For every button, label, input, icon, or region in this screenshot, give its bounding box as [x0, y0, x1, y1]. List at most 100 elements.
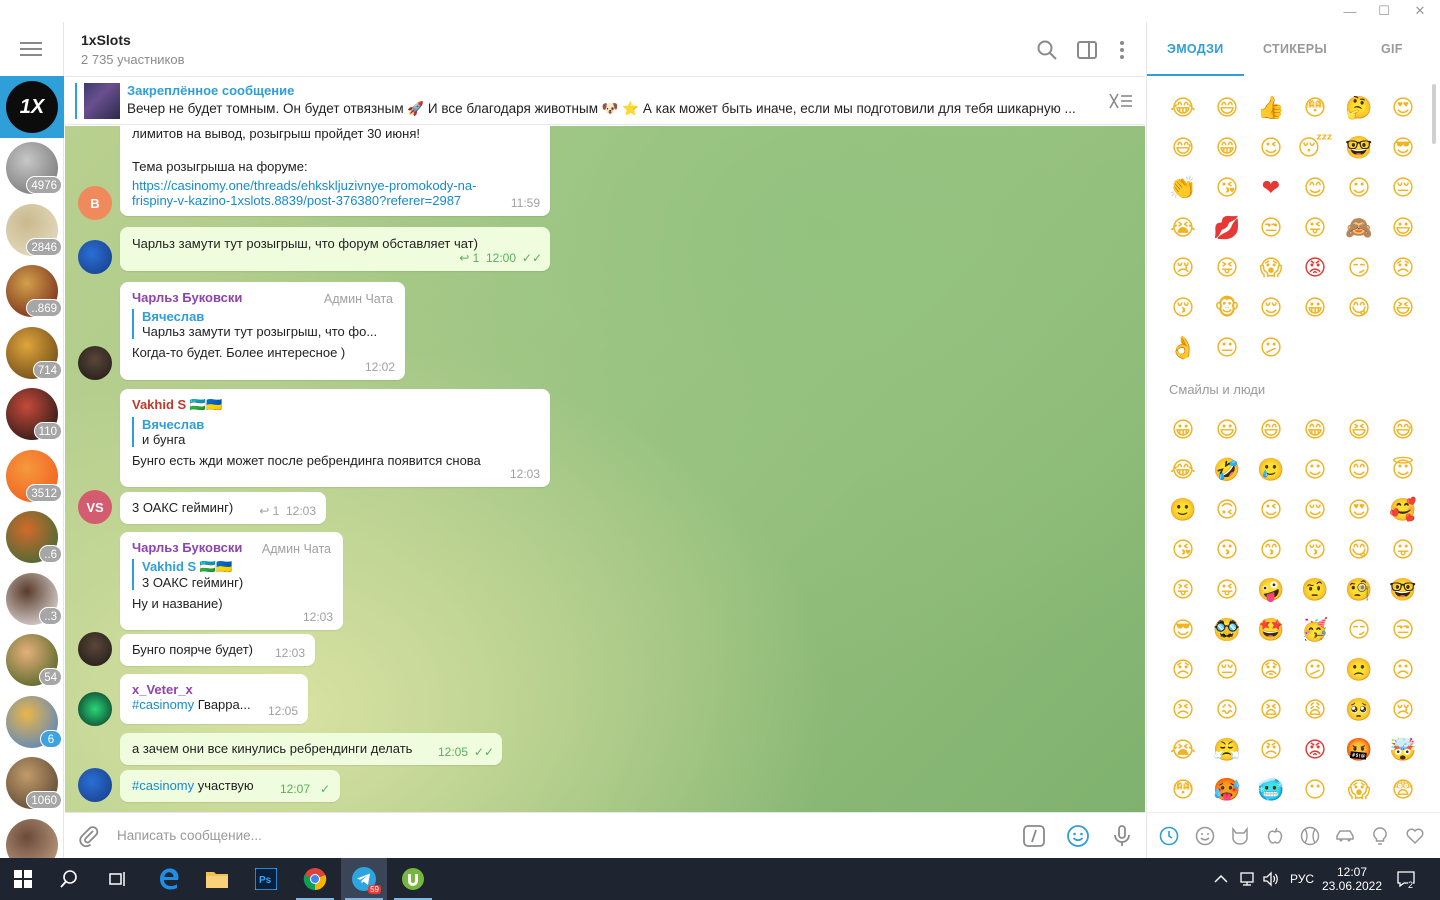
dialog-item[interactable]: 110 [6, 388, 62, 440]
close-button[interactable]: ✕ [1402, 0, 1438, 22]
emoji-button[interactable]: 😨 [1381, 770, 1425, 810]
dialog-item[interactable]: ..6 [6, 511, 62, 563]
message-link[interactable]: https://casinomy.one/threads/ehksklјuziv… [132, 178, 538, 193]
volume-tray[interactable] [1262, 858, 1280, 900]
emoji-button[interactable]: 😚 [1161, 288, 1205, 328]
dialog-item[interactable]: ..869 [6, 265, 62, 317]
emoji-button[interactable]: 😭 [1161, 208, 1205, 248]
reply-quote[interactable]: Вячеслав и бунга [132, 417, 538, 447]
emoji-button[interactable]: 😆 [1381, 288, 1425, 328]
dialog-item[interactable]: 714 [6, 326, 62, 379]
emoji-scrollbar[interactable] [1432, 84, 1436, 144]
emoji-button[interactable]: 😒 [1249, 208, 1293, 248]
sidebar-toggle-icon[interactable] [1075, 38, 1099, 62]
message-bubble[interactable]: 3 ОАКС гейминг) ↩ 1 12:03 [120, 492, 326, 524]
emoji-button[interactable]: 😌 [1293, 490, 1337, 530]
clock[interactable]: 12:07 23.06.2022 [1322, 858, 1382, 900]
start-button[interactable] [0, 858, 46, 900]
reply-quote[interactable]: Vakhid S 🇺🇿🇺🇦 3 ОАКС гейминг) [132, 559, 331, 590]
more-options-icon[interactable] [1110, 38, 1134, 62]
chat-members-count[interactable]: 2 735 участников [81, 52, 185, 67]
attach-icon[interactable] [77, 824, 101, 848]
hamburger-menu-icon[interactable] [20, 42, 42, 58]
emoji-button[interactable]: 😎 [1161, 610, 1205, 650]
emoji-button[interactable]: 😶 [1293, 770, 1337, 810]
maximize-button[interactable]: ☐ [1366, 0, 1402, 22]
sender-avatar[interactable] [78, 632, 112, 666]
tab-emoji[interactable]: ЭМОДЗИ [1167, 42, 1224, 56]
emoji-button[interactable]: 🥰 [1381, 490, 1425, 530]
sender-avatar[interactable]: VS [78, 490, 112, 524]
message-bubble[interactable]: Чарльз Буковски Админ Чата Вячеслав Чарл… [120, 282, 405, 380]
emoji-button[interactable]: 🧐 [1337, 570, 1381, 610]
emoji-button[interactable]: 😉 [1249, 490, 1293, 530]
emoji-button[interactable]: 😌 [1249, 288, 1293, 328]
emoji-button[interactable]: 🤓 [1337, 128, 1381, 168]
emoji-button[interactable]: 😔 [1205, 650, 1249, 690]
emoji-button[interactable]: 👌 [1161, 328, 1205, 368]
dialog-item[interactable]: 2846 [6, 203, 62, 256]
emoji-button[interactable]: 😱 [1249, 248, 1293, 288]
unpin-icon[interactable] [1107, 91, 1133, 111]
hashtag-link[interactable]: #casinomy [132, 697, 194, 712]
emoji-button[interactable]: 😎 [1381, 128, 1425, 168]
emoji-button[interactable]: 😕 [1249, 328, 1293, 368]
emoji-button[interactable]: 😔 [1381, 168, 1425, 208]
message-link[interactable]: frispiny-v-kazino-1xslots.8839/post-3763… [132, 193, 538, 208]
emoji-button[interactable]: 🤪 [1249, 570, 1293, 610]
travel-category-icon[interactable] [1335, 826, 1355, 846]
emoji-button[interactable]: 😊 [1293, 168, 1337, 208]
emoji-button[interactable]: 😅 [1161, 128, 1205, 168]
emoji-button[interactable]: 😳 [1293, 88, 1337, 128]
emoji-button[interactable]: 😚 [1293, 530, 1337, 570]
emoji-button[interactable]: 🥵 [1205, 770, 1249, 810]
emoji-button[interactable]: 😀 [1161, 410, 1205, 450]
emoji-button[interactable]: 🙁 [1337, 650, 1381, 690]
minimize-button[interactable]: — [1332, 0, 1368, 22]
emoji-button[interactable]: 😁 [1293, 410, 1337, 450]
sender-name[interactable]: Vakhid S 🇺🇿🇺🇦 [132, 397, 538, 413]
emoji-button[interactable]: 😛 [1381, 530, 1425, 570]
emoji-button[interactable]: 😕 [1293, 650, 1337, 690]
chat-title[interactable]: 1xSlots [81, 32, 131, 48]
smileys-category-icon[interactable] [1195, 826, 1215, 846]
emoji-button[interactable]: 🤔 [1337, 88, 1381, 128]
notifications-button[interactable]: 2 [1396, 858, 1416, 900]
emoji-button[interactable]: 🙈 [1337, 208, 1381, 248]
tab-stickers[interactable]: СТИКЕРЫ [1263, 42, 1327, 56]
emoji-button[interactable]: ☹ [1381, 650, 1425, 690]
emoji-button[interactable]: 😘 [1161, 530, 1205, 570]
emoji-button[interactable]: 👏 [1161, 168, 1205, 208]
dialog-item[interactable]: 4976 [6, 142, 62, 194]
photoshop-app[interactable]: Ps [243, 858, 289, 900]
emoji-button[interactable]: 🙂 [1161, 490, 1205, 530]
emoji-button[interactable]: ☺ [1293, 450, 1337, 490]
emoji-button[interactable]: 😫 [1249, 690, 1293, 730]
message-bubble[interactable]: x_Veter_x #casinomy Гварра... 12:05 [120, 674, 308, 724]
emoji-button[interactable]: 😃 [1205, 410, 1249, 450]
emoji-button[interactable]: 😉 [1249, 128, 1293, 168]
file-explorer-app[interactable] [194, 858, 240, 900]
reply-quote[interactable]: Вячеслав Чарльз замути тут розыгрыш, что… [132, 309, 393, 339]
message-bubble[interactable]: Чарльз Буковски Админ Чата Vakhid S 🇺🇿🇺🇦… [120, 532, 343, 630]
emoji-button[interactable]: 🥺 [1337, 690, 1381, 730]
recent-category-icon[interactable] [1159, 826, 1179, 846]
emoji-button[interactable]: 😍 [1337, 490, 1381, 530]
animals-category-icon[interactable] [1230, 826, 1250, 846]
emoji-button[interactable]: 😱 [1337, 770, 1381, 810]
network-tray[interactable] [1238, 858, 1256, 900]
emoji-button[interactable]: 😍 [1381, 88, 1425, 128]
emoji-button[interactable]: 😊 [1337, 450, 1381, 490]
emoji-button[interactable]: 😞 [1161, 650, 1205, 690]
emoji-button[interactable]: ☺ [1337, 168, 1381, 208]
tab-gif[interactable]: GIF [1381, 42, 1403, 56]
emoji-icon[interactable] [1066, 824, 1090, 848]
message-bubble[interactable]: Бунго поярче будет) 12:03 [120, 634, 315, 666]
objects-category-icon[interactable] [1370, 826, 1390, 846]
show-hidden-icons[interactable] [1214, 858, 1228, 900]
emoji-button[interactable]: 😢 [1381, 690, 1425, 730]
emoji-button[interactable]: 😘 [1205, 168, 1249, 208]
emoji-button[interactable]: 🤓 [1381, 570, 1425, 610]
sender-avatar[interactable] [78, 240, 112, 274]
bot-commands-icon[interactable] [1022, 824, 1046, 848]
